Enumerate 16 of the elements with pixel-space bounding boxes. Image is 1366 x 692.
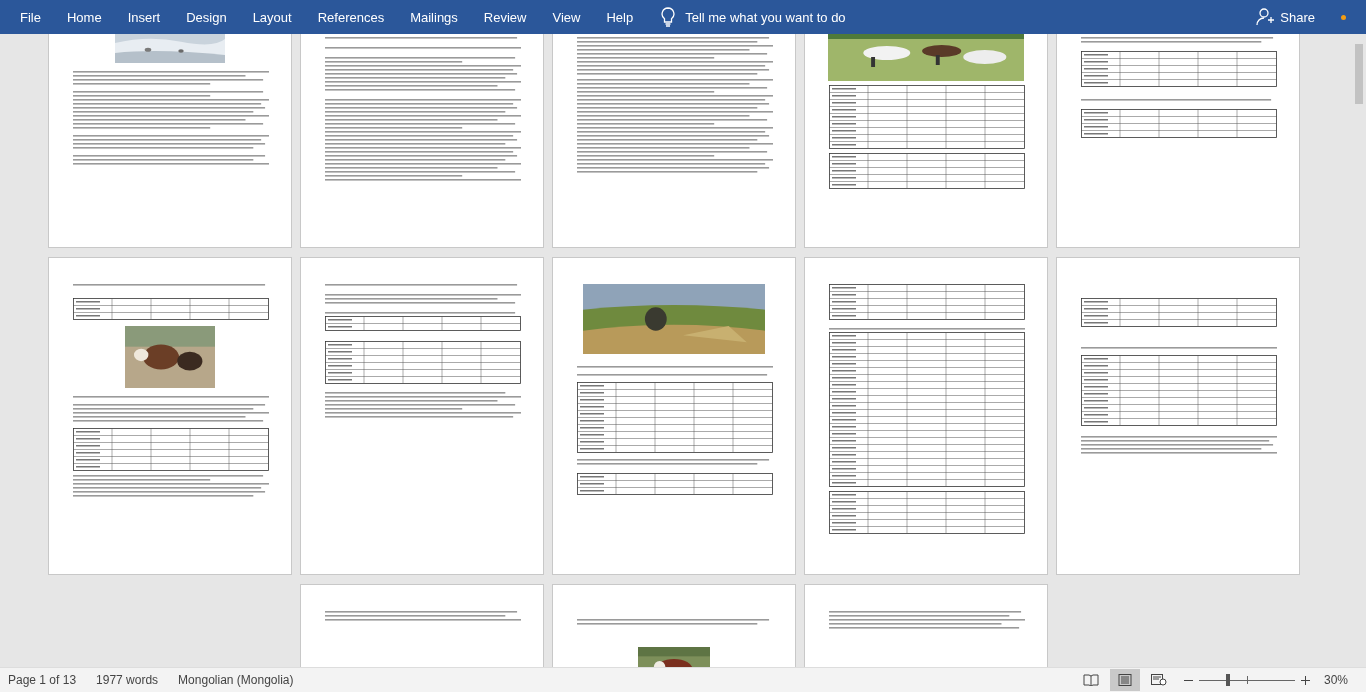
page-count[interactable]: Page 1 of 13: [8, 673, 77, 687]
ribbon-tab[interactable]: Help: [594, 5, 648, 29]
ribbon-tab[interactable]: Mailings: [398, 5, 472, 29]
zoom-level[interactable]: 30%: [1323, 673, 1348, 687]
tell-me-field[interactable]: Tell me what you want to do: [685, 9, 846, 25]
ribbon-tab[interactable]: Insert: [115, 5, 175, 29]
ribbon-tab[interactable]: Review: [471, 5, 541, 29]
word-count[interactable]: 1977 words: [96, 673, 159, 687]
ribbon-tab[interactable]: View: [540, 5, 595, 29]
ribbon-tab[interactable]: Design: [174, 5, 241, 29]
ribbon-tab[interactable]: References: [305, 5, 399, 29]
language-label[interactable]: Mongolian (Mongolia): [178, 673, 294, 687]
share-button[interactable]: Share: [1250, 7, 1321, 27]
ribbon-tab[interactable]: File: [8, 5, 55, 29]
ribbon-tab[interactable]: Layout: [240, 5, 306, 29]
ribbon-tab[interactable]: Home: [54, 5, 116, 29]
